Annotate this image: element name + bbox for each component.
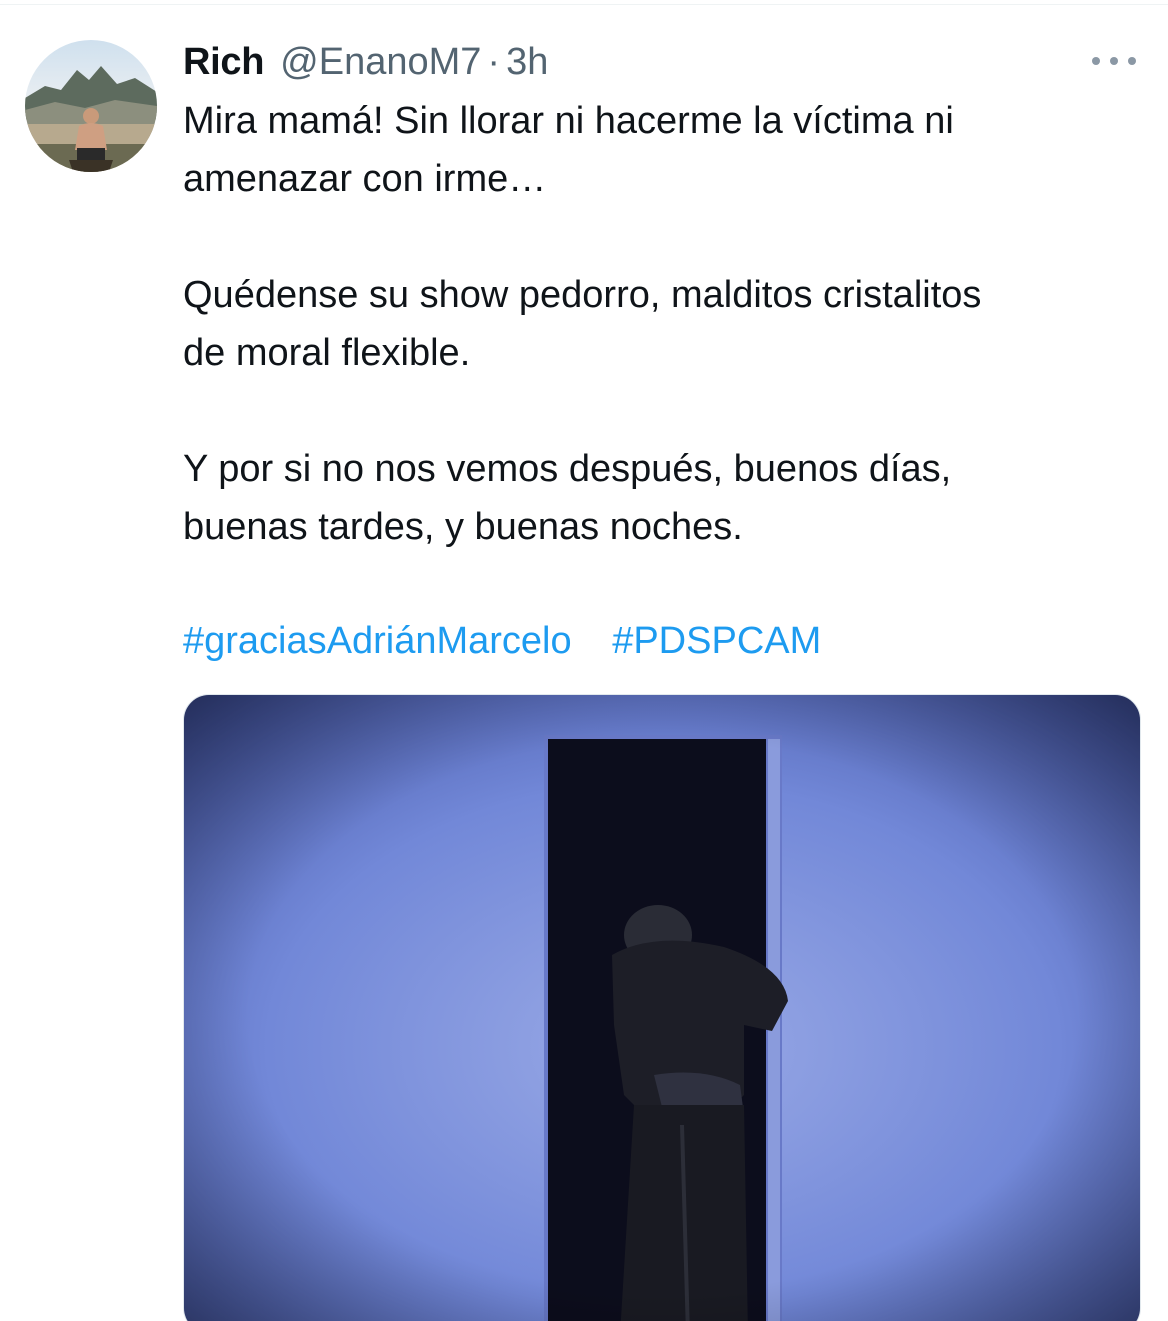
tweet-text-line: buenas tardes, y buenas noches. — [183, 506, 743, 548]
more-dot — [1110, 57, 1118, 65]
tweet-screenshot: Rich @EnanoM7 · 3h Mira mamá! Sin llorar… — [0, 0, 1168, 1321]
hashtag-link[interactable]: #PDSPCAM — [612, 620, 821, 662]
timestamp[interactable]: 3h — [506, 41, 548, 84]
more-dot — [1092, 57, 1100, 65]
more-dot — [1128, 57, 1136, 65]
tweet-text-line: amenazar con irme… — [183, 158, 547, 200]
tweet-text-line: Quédense su show pedorro, malditos crist… — [183, 274, 982, 316]
hashtag-row: #graciasAdriánMarcelo #PDSPCAM — [183, 612, 821, 670]
separator-dot: · — [487, 40, 501, 83]
more-horizontal-icon[interactable] — [1092, 51, 1136, 71]
media-image — [184, 695, 1140, 1321]
hashtag-link[interactable]: #graciasAdriánMarcelo — [183, 620, 572, 662]
tweet-text: Mira mamá! Sin llorar ni hacerme la víct… — [183, 92, 1158, 556]
tweet-media[interactable] — [183, 694, 1141, 1321]
display-name[interactable]: Rich — [183, 41, 264, 84]
avatar[interactable] — [25, 40, 157, 172]
user-handle[interactable]: @EnanoM7 — [280, 41, 481, 84]
tweet-text-line: de moral flexible. — [183, 332, 471, 374]
tweet-text-line: Mira mamá! Sin llorar ni hacerme la víct… — [183, 100, 954, 142]
avatar-photo — [25, 40, 157, 172]
tweet-text-line: Y por si no nos vemos después, buenos dí… — [183, 448, 952, 490]
divider — [0, 4, 1168, 5]
tweet-header: Rich @EnanoM7 · 3h — [183, 38, 548, 86]
